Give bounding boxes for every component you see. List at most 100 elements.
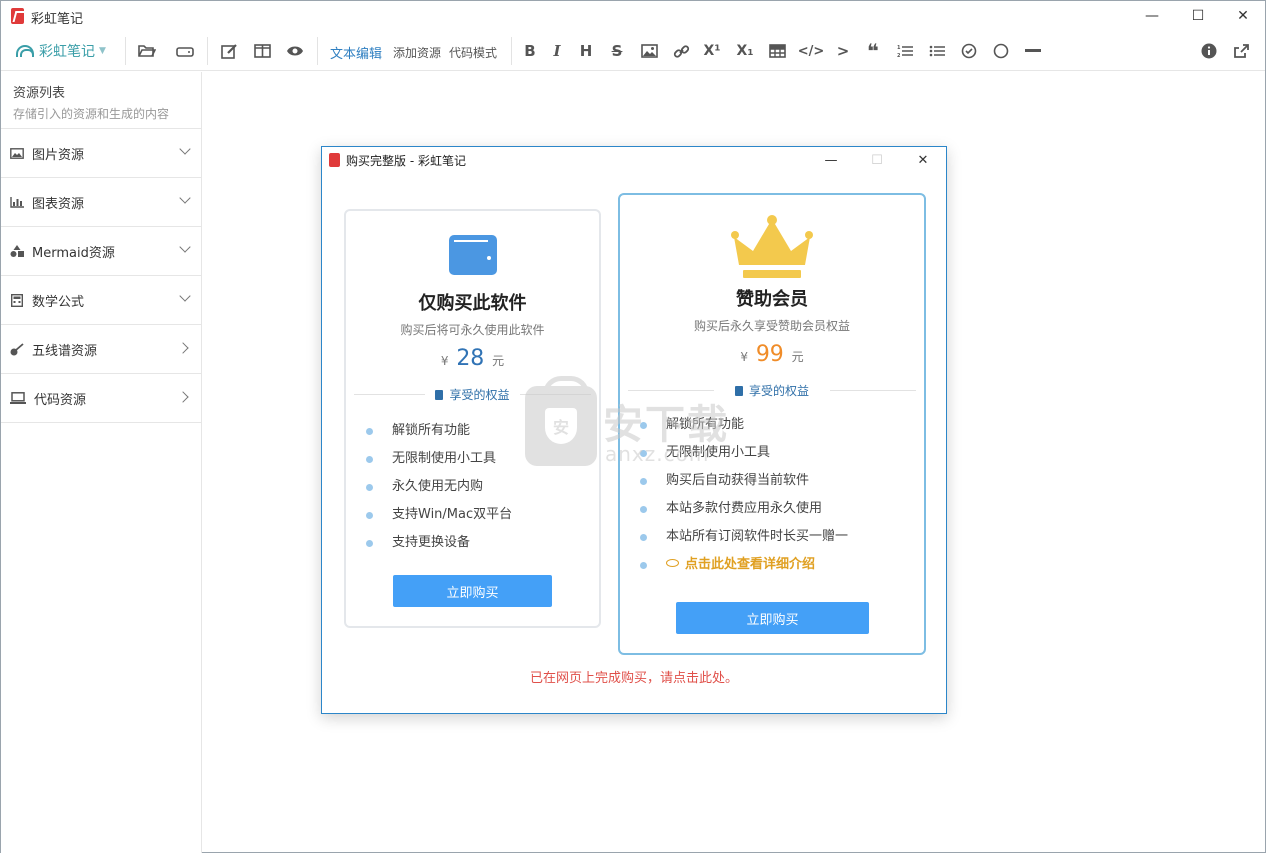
plan-price: ¥ 28 元 — [346, 346, 599, 371]
blockquote-icon[interactable]: ❝ — [862, 39, 884, 63]
preview-eye-icon[interactable] — [284, 41, 306, 61]
list-item: 本站所有订阅软件时长买一赠一 — [620, 527, 924, 555]
toolbar-divider — [125, 37, 126, 65]
shapes-icon — [10, 245, 24, 257]
save-drive-icon[interactable] — [174, 41, 196, 61]
plan-name: 赞助会员 — [736, 289, 808, 310]
close-button[interactable]: ✕ — [1220, 1, 1266, 31]
app-window: 彩虹笔记 — ☐ ✕ 彩虹笔记 ▼ 文本编辑 添加资源 代码模式 B I H S… — [0, 0, 1266, 853]
list-item: 支持更换设备 — [346, 533, 599, 561]
link-icon[interactable] — [670, 41, 692, 61]
dialog-title-bar: 购买完整版 - 彩虹笔记 — ☐ ✕ — [322, 147, 946, 173]
subscript-icon[interactable]: X₁ — [734, 41, 756, 61]
sidebar-item-label: 图表资源 — [32, 196, 85, 212]
tab-code-mode[interactable]: 代码模式 — [449, 44, 497, 61]
window-title: 彩虹笔记 — [31, 12, 84, 27]
table-icon[interactable] — [766, 41, 788, 61]
dialog-close-button[interactable]: ✕ — [900, 147, 946, 173]
app-logo-icon — [11, 8, 24, 24]
detail-link-label: 点击此处查看详细介绍 — [685, 557, 816, 572]
price-unit: 元 — [791, 350, 804, 364]
image-insert-icon[interactable] — [638, 41, 660, 61]
toolbar-divider — [511, 37, 512, 65]
chevron-down-icon — [179, 290, 191, 302]
dialog-maximize-button: ☐ — [871, 152, 883, 168]
minimize-button[interactable]: — — [1129, 1, 1175, 31]
plan-price: ¥ 99 元 — [620, 342, 924, 367]
plan-name: 仅购买此软件 — [418, 293, 527, 314]
tab-add-resource[interactable]: 添加资源 — [393, 44, 441, 61]
rainbow-icon — [16, 45, 34, 57]
perks-title: 享受的权益 — [449, 388, 510, 402]
brand-label: 彩虹笔记 — [39, 44, 95, 60]
strikethrough-icon[interactable]: S — [606, 41, 628, 61]
already-purchased-link[interactable]: 已在网页上完成购买，请点击此处。 — [322, 667, 946, 686]
price-unit: 元 — [492, 354, 505, 368]
dialog-title: 购买完整版 - 彩虹笔记 — [346, 154, 466, 168]
sidebar-item-label: Mermaid资源 — [32, 245, 115, 261]
plan-description: 购买后永久享受赞助会员权益 — [693, 319, 850, 333]
clipboard-icon — [435, 390, 444, 400]
price-value: 99 — [755, 342, 784, 367]
list-item: 永久使用无内购 — [346, 477, 599, 505]
superscript-icon[interactable]: X¹ — [701, 41, 723, 61]
dialog-minimize-button[interactable]: — — [808, 147, 854, 173]
brand-menu[interactable]: 彩虹笔记 ▼ — [16, 41, 106, 61]
chevron-down-icon: ▼ — [99, 46, 106, 56]
svg-text:1: 1 — [897, 45, 901, 51]
ordered-list-icon[interactable]: 12 — [894, 41, 916, 61]
shield-icon: 安 — [545, 408, 577, 444]
sidebar-item-score[interactable]: 五线谱资源 — [1, 325, 201, 374]
sidebar-item-label: 代码资源 — [34, 392, 87, 408]
split-view-icon[interactable] — [251, 41, 273, 61]
sidebar-item-code[interactable]: 代码资源 — [1, 374, 201, 423]
code-icon[interactable]: </> — [798, 41, 825, 61]
laptop-icon — [10, 392, 26, 404]
tab-text-edit[interactable]: 文本编辑 — [330, 43, 382, 62]
chevron-right-icon — [177, 391, 189, 403]
app-logo-icon — [329, 153, 340, 167]
bullet-list-icon[interactable] — [926, 41, 948, 61]
chevron-down-icon — [179, 143, 191, 155]
resource-sidebar: 资源列表 存储引入的资源和生成的内容 图片资源 图表资源 Mermaid资源 数… — [1, 72, 202, 853]
price-value: 28 — [456, 346, 485, 371]
sidebar-item-label: 图片资源 — [32, 147, 85, 163]
image-icon — [10, 147, 24, 159]
task-check-icon[interactable] — [958, 41, 980, 61]
heading-icon[interactable]: H — [575, 41, 597, 61]
edit-icon[interactable] — [218, 41, 240, 61]
maximize-button[interactable]: ☐ — [1175, 1, 1221, 31]
horizontal-rule-icon[interactable] — [1022, 41, 1044, 61]
info-icon[interactable] — [1198, 41, 1220, 61]
currency-symbol: ¥ — [440, 354, 449, 368]
guitar-icon — [10, 342, 24, 355]
sidebar-title: 资源列表 — [13, 86, 66, 101]
toolbar: 彩虹笔记 ▼ 文本编辑 添加资源 代码模式 B I H S X¹ X₁ </> … — [1, 31, 1265, 71]
watermark-subtext: anxz.com — [605, 442, 710, 466]
open-folder-icon[interactable] — [136, 41, 158, 61]
sidebar-item-label: 数学公式 — [32, 294, 85, 310]
buy-vip-button[interactable]: 立即购买 — [676, 602, 869, 634]
chevron-down-icon — [179, 241, 191, 253]
plan-description: 购买后将可永久使用此软件 — [400, 323, 545, 337]
toolbar-divider — [207, 37, 208, 65]
detail-link[interactable]: 点击此处查看详细介绍 — [620, 555, 924, 583]
wallet-icon — [346, 233, 599, 277]
list-item: 购买后自动获得当前软件 — [620, 471, 924, 499]
share-icon[interactable] — [1230, 41, 1252, 61]
svg-text:2: 2 — [897, 53, 901, 58]
buy-basic-button[interactable]: 立即购买 — [393, 575, 552, 607]
circle-icon[interactable] — [990, 41, 1012, 61]
sidebar-item-charts[interactable]: 图表资源 — [1, 178, 201, 227]
italic-icon[interactable]: I — [546, 41, 568, 61]
quote-arrow-icon[interactable]: > — [832, 41, 854, 61]
shopping-bag-icon: 安 — [525, 376, 597, 466]
toolbar-divider — [317, 37, 318, 65]
sidebar-item-math[interactable]: 数学公式 — [1, 276, 201, 325]
bold-icon[interactable]: B — [519, 41, 541, 61]
eye-icon — [666, 559, 679, 567]
sidebar-item-mermaid[interactable]: Mermaid资源 — [1, 227, 201, 276]
sidebar-subtitle: 存储引入的资源和生成的内容 — [13, 107, 170, 121]
sidebar-item-images[interactable]: 图片资源 — [1, 129, 201, 178]
list-item: 支持Win/Mac双平台 — [346, 505, 599, 533]
